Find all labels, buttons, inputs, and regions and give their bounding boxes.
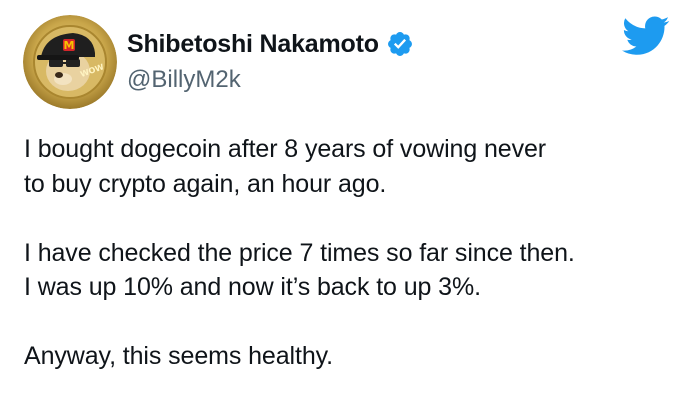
verified-badge-icon	[386, 30, 414, 58]
doge-coin-avatar-icon: M WOW	[23, 15, 117, 109]
tweet-paragraph: I bought dogecoin after 8 years of vowin…	[24, 132, 674, 201]
author-block: Shibetoshi Nakamoto @BillyM2k	[127, 24, 414, 94]
user-handle[interactable]: @BillyM2k	[127, 66, 414, 94]
tweet-line: Anyway, this seems healthy.	[24, 342, 334, 370]
tweet-paragraph: I have checked the price 7 times so far …	[24, 236, 674, 305]
display-name[interactable]: Shibetoshi Nakamoto	[127, 30, 379, 59]
tweet-line: I have checked the price 7 times so far …	[24, 238, 575, 267]
cap-logo-letter: M	[64, 39, 75, 52]
tweet-paragraph: Anyway, this seems healthy.	[24, 339, 674, 374]
avatar[interactable]: M WOW	[23, 15, 117, 109]
tweet-line: I was up 10% and now it’s back to up 3%.	[24, 273, 481, 301]
tweet-text: I bought dogecoin after 8 years of vowin…	[24, 132, 674, 374]
name-row: Shibetoshi Nakamoto	[127, 24, 414, 64]
tweet-card: M WOW Shibetoshi Nakamoto @BillyM2k I bo…	[0, 0, 687, 403]
tweet-line: I bought dogecoin after 8 years of vowin…	[24, 135, 547, 163]
twitter-bird-icon[interactable]	[622, 16, 670, 58]
tweet-line: to buy crypto again, an hour ago.	[24, 169, 387, 198]
